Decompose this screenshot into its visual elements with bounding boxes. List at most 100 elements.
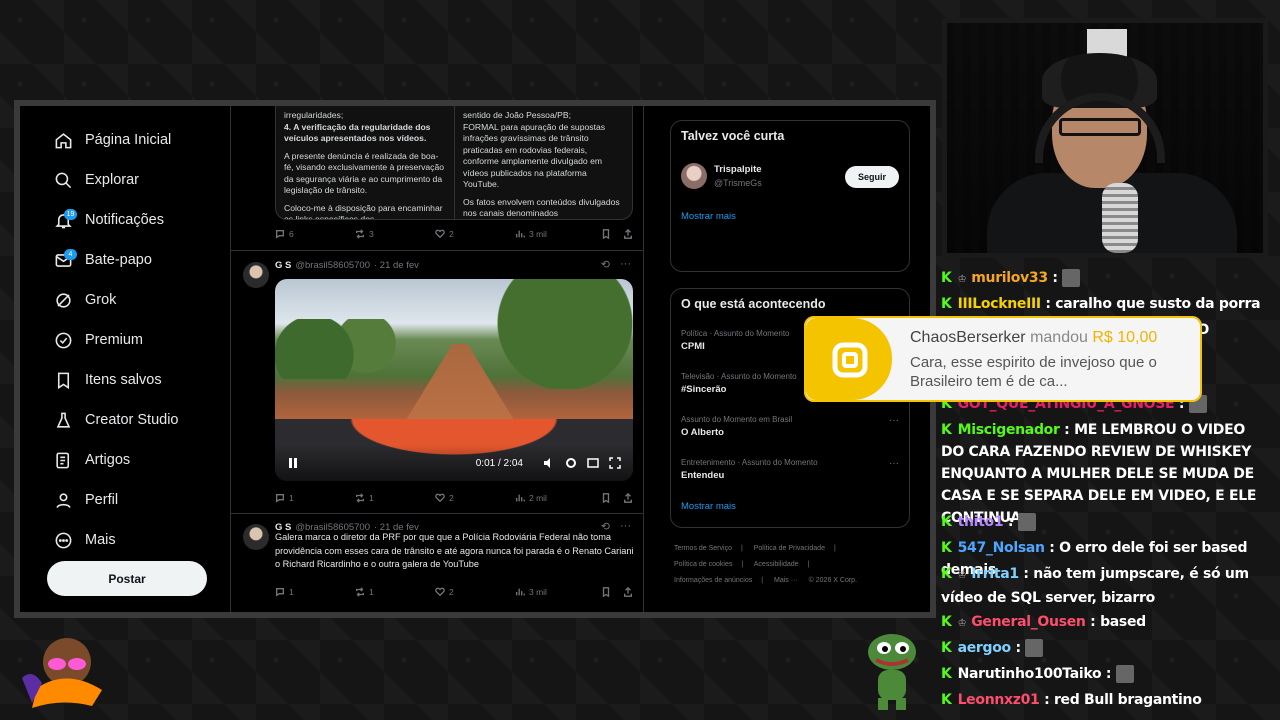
sidebar-item-label: Explorar — [85, 172, 139, 188]
author-handle[interactable]: @brasil58605700 — [295, 260, 370, 271]
like-button[interactable]: 2 — [435, 493, 515, 503]
footer-separator: | — [807, 561, 810, 568]
chat-username[interactable]: thito1 — [958, 514, 1004, 530]
views-button[interactable]: 3 mil — [515, 587, 595, 597]
more-icon[interactable]: ··· — [889, 415, 899, 426]
bookmark-icon[interactable] — [601, 493, 611, 503]
sidebar-item-more[interactable]: Mais — [54, 527, 116, 553]
show-more-link[interactable]: Mostrar mais — [681, 501, 736, 512]
premium-icon — [55, 332, 72, 348]
quoted-document[interactable]: irregularidades; 4. A verificação da reg… — [275, 106, 633, 220]
chat-username[interactable]: Narutinho100Taiko — [958, 666, 1102, 682]
fullscreen-icon[interactable] — [609, 457, 621, 469]
share-icon[interactable] — [623, 587, 633, 597]
sidebar-item-label: Perfil — [85, 492, 119, 508]
chat-username[interactable]: Miscigenador — [958, 422, 1060, 438]
pip-icon[interactable] — [587, 457, 599, 469]
chat-username[interactable]: murilov33 — [971, 270, 1048, 286]
author-name[interactable]: G S — [275, 260, 291, 271]
quote-text: Os fatos envolvem conteúdos divulgados n… — [463, 196, 620, 219]
share-icon[interactable] — [623, 493, 633, 503]
sidebar-item-grok[interactable]: Grok — [54, 287, 116, 313]
bookmark-icon[interactable] — [601, 587, 611, 597]
chat-username[interactable]: Irrita1 — [971, 566, 1019, 582]
video-player[interactable]: 0:01 / 2:04 — [275, 279, 633, 481]
repost-icon — [356, 587, 364, 597]
repost-button[interactable]: 3 — [355, 229, 435, 239]
trend-item[interactable]: Assunto do Momento em Brasil O Alberto ·… — [681, 415, 899, 438]
post-button[interactable]: Postar — [47, 561, 207, 596]
chat-message: K IIILockneIII : caralho que susto da por… — [941, 296, 1261, 312]
footer-link[interactable]: Termos de Serviço — [674, 545, 732, 552]
like-button[interactable]: 2 — [435, 229, 515, 239]
reply-button[interactable]: 6 — [275, 229, 355, 239]
footer-link[interactable]: Acessibilidade — [754, 561, 799, 568]
chat-username[interactable]: 547_Nolsan — [958, 540, 1045, 556]
chat-username[interactable]: aergoo — [958, 640, 1012, 656]
settings-gear-icon[interactable] — [565, 457, 577, 469]
avatar[interactable] — [243, 524, 269, 550]
bookmark-icon[interactable] — [601, 229, 611, 239]
repost-count: 1 — [369, 493, 374, 503]
sidebar-item-chat[interactable]: 4 Bate-papo — [54, 247, 152, 273]
avatar[interactable] — [681, 163, 707, 189]
crown-badge-icon: ♔ — [957, 570, 967, 581]
sidebar-item-profile[interactable]: Perfil — [54, 487, 118, 513]
chat-message: K Narutinho100Taiko : — [941, 663, 1271, 685]
pepe-sticker-icon — [868, 634, 916, 710]
repost-button[interactable]: 1 — [355, 493, 435, 503]
repost-button[interactable]: 1 — [355, 587, 435, 597]
sidebar-item-explore[interactable]: Explorar — [54, 167, 139, 193]
webcam-feed — [942, 18, 1268, 258]
grok-icon — [56, 292, 71, 308]
footer-link[interactable]: Política de Privacidade — [754, 545, 825, 552]
chat-message: Kthito1 : — [941, 511, 1271, 533]
footer-link[interactable]: Informações de anúncios — [674, 577, 752, 584]
avatar[interactable] — [243, 262, 269, 288]
bookmark-icon — [57, 372, 70, 389]
quote-text: A presente denúncia é realizada de boa-f… — [284, 150, 445, 196]
like-button[interactable]: 2 — [435, 587, 515, 597]
sidebar-item-creator-studio[interactable]: Creator Studio — [54, 407, 179, 433]
sidebar-item-notifications[interactable]: 19 Notificações — [54, 207, 164, 233]
views-button[interactable]: 3 mil — [515, 229, 595, 239]
tweet-tools: ⟲ ··· — [601, 258, 631, 271]
follow-button[interactable]: Seguir — [845, 166, 899, 188]
sidebar-item-bookmarks[interactable]: Itens salvos — [54, 367, 162, 393]
chat-username[interactable]: IIILockneIII — [958, 296, 1042, 312]
pause-icon[interactable] — [287, 457, 299, 469]
tweet-text: Galera marca o diretor da PRF por que qu… — [275, 532, 634, 569]
sidebar-item-articles[interactable]: Artigos — [54, 447, 130, 473]
chat-username[interactable]: General_Ousen — [971, 614, 1086, 630]
more-icon[interactable]: ··· — [620, 258, 631, 271]
glasses — [1059, 118, 1141, 136]
grok-icon[interactable]: ⟲ — [601, 258, 610, 271]
show-more-link[interactable]: Mostrar mais — [681, 211, 736, 222]
more-icon[interactable]: ··· — [889, 458, 899, 469]
footer-separator: | — [741, 561, 744, 568]
heart-icon — [435, 587, 445, 597]
reply-icon — [276, 494, 284, 503]
suggested-user-handle[interactable]: @TrismeGs — [714, 178, 762, 188]
suggested-user-name[interactable]: Trispalpite — [714, 164, 762, 175]
chat-badge: 4 — [64, 248, 77, 260]
views-icon — [516, 588, 525, 596]
trend-item[interactable]: Entretenimento · Assunto do Momento Ente… — [681, 458, 899, 481]
chat-username[interactable]: Leonnxz01 — [958, 692, 1040, 708]
views-button[interactable]: 2 mil — [515, 493, 595, 503]
sidebar-item-home[interactable]: Página Inicial — [54, 127, 171, 153]
heart-icon — [435, 229, 445, 239]
sidebar: Página Inicial Explorar 19 Notificações … — [20, 106, 230, 612]
tweet-date[interactable]: · 21 de fev — [374, 260, 419, 271]
reply-button[interactable]: 1 — [275, 493, 355, 503]
footer-link[interactable]: Política de cookies — [674, 561, 732, 568]
article-icon — [56, 452, 70, 468]
footer-link[interactable]: Mais ··· — [774, 577, 798, 584]
sidebar-item-label: Página Inicial — [85, 132, 172, 148]
sidebar-item-label: Grok — [85, 292, 117, 308]
sidebar-item-premium[interactable]: Premium — [54, 327, 143, 353]
reply-button[interactable]: 1 — [275, 587, 355, 597]
volume-muted-icon[interactable] — [543, 457, 555, 469]
share-icon[interactable] — [623, 229, 633, 239]
quote-text: 4. A verificação da regularidade dos veí… — [284, 121, 431, 144]
